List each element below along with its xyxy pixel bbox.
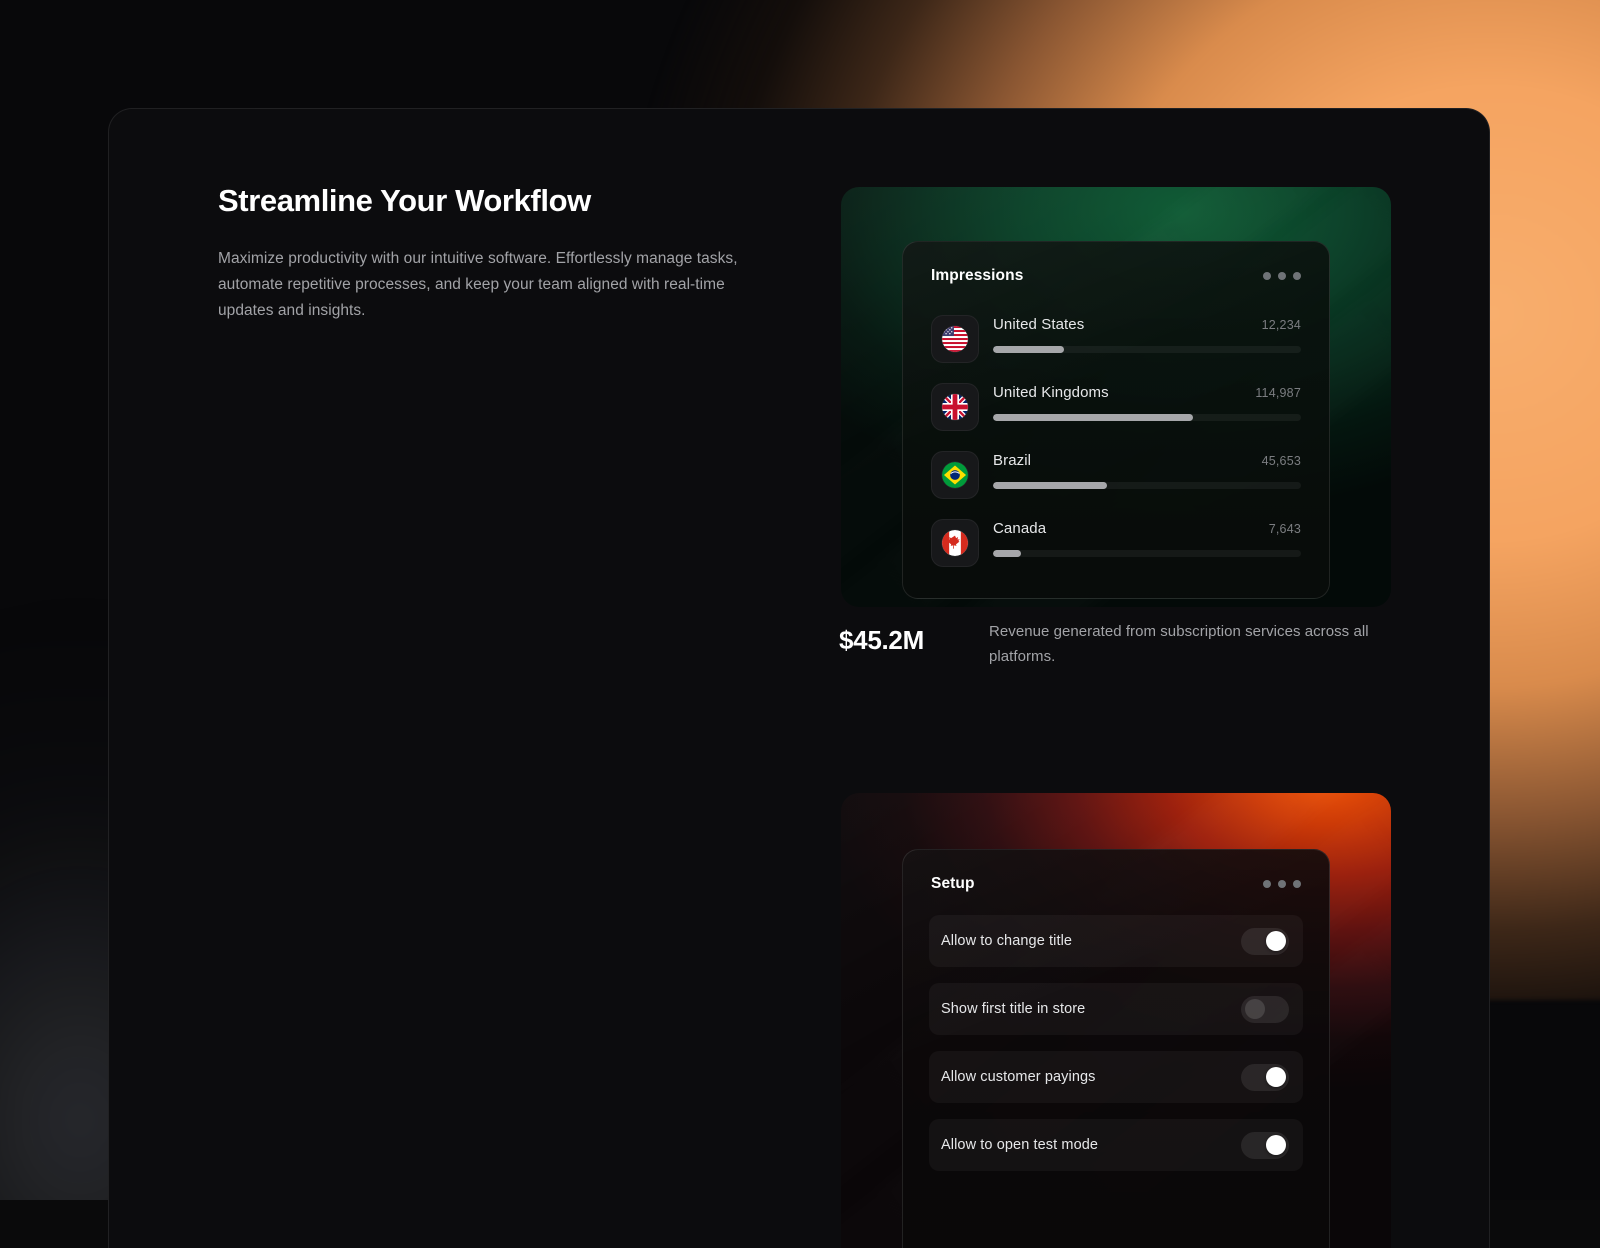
impressions-row: United States 12,234 bbox=[931, 305, 1301, 373]
impressions-title: Impressions bbox=[931, 267, 1023, 285]
flag-circle bbox=[942, 530, 968, 556]
setup-settings-list: Allow to change title Show first title in… bbox=[903, 893, 1329, 1171]
page-title: Streamline Your Workflow bbox=[218, 183, 778, 220]
revenue-amount: $45.2M bbox=[809, 619, 989, 656]
hero-description: Maximize productivity with our intuitive… bbox=[218, 246, 770, 324]
country-name: Canada bbox=[993, 520, 1046, 537]
impression-progress-bar bbox=[993, 346, 1301, 353]
revenue-description: Revenue generated from subscription serv… bbox=[989, 619, 1409, 669]
flag-ca-icon bbox=[931, 519, 979, 567]
impression-count: 114,987 bbox=[1255, 386, 1301, 400]
impression-progress-fill bbox=[993, 550, 1021, 557]
toggle-knob bbox=[1266, 931, 1286, 951]
country-name: Brazil bbox=[993, 452, 1031, 469]
impression-count: 12,234 bbox=[1262, 318, 1301, 332]
impressions-row-body: United Kingdoms 114,987 bbox=[993, 381, 1301, 421]
impression-progress-bar bbox=[993, 550, 1301, 557]
toggle-knob bbox=[1266, 1135, 1286, 1155]
setting-row[interactable]: Allow customer payings bbox=[929, 1051, 1303, 1103]
impression-count: 45,653 bbox=[1262, 454, 1301, 468]
impressions-row: Canada 7,643 bbox=[931, 509, 1301, 577]
impressions-row-top: Canada 7,643 bbox=[993, 520, 1301, 537]
impressions-row-top: United States 12,234 bbox=[993, 316, 1301, 333]
hero-copy: Streamline Your Workflow Maximize produc… bbox=[218, 183, 778, 324]
impressions-row-top: United Kingdoms 114,987 bbox=[993, 384, 1301, 401]
impressions-card: Impressions United States 12,234 United Ki… bbox=[902, 241, 1330, 599]
setting-row[interactable]: Show first title in store bbox=[929, 983, 1303, 1035]
setup-card: Setup Allow to change title Show first ti… bbox=[902, 849, 1330, 1248]
impressions-row-top: Brazil 45,653 bbox=[993, 452, 1301, 469]
flag-gb-icon bbox=[931, 383, 979, 431]
setup-title: Setup bbox=[931, 875, 975, 893]
impression-progress-fill bbox=[993, 346, 1064, 353]
more-horizontal-icon[interactable] bbox=[1263, 880, 1301, 888]
impressions-card-header: Impressions bbox=[903, 242, 1329, 285]
impression-progress-fill bbox=[993, 482, 1107, 489]
setting-toggle[interactable] bbox=[1241, 928, 1289, 955]
setting-label: Allow customer payings bbox=[941, 1069, 1096, 1085]
flag-circle bbox=[942, 462, 968, 488]
setting-row[interactable]: Allow to open test mode bbox=[929, 1119, 1303, 1171]
setting-toggle[interactable] bbox=[1241, 1064, 1289, 1091]
flag-circle bbox=[942, 326, 968, 352]
impression-progress-bar bbox=[993, 414, 1301, 421]
setting-label: Allow to open test mode bbox=[941, 1137, 1098, 1153]
setting-label: Show first title in store bbox=[941, 1001, 1085, 1017]
impressions-row-body: Brazil 45,653 bbox=[993, 449, 1301, 489]
impression-count: 7,643 bbox=[1269, 522, 1301, 536]
more-horizontal-icon[interactable] bbox=[1263, 272, 1301, 280]
flag-us-icon bbox=[931, 315, 979, 363]
setting-toggle[interactable] bbox=[1241, 996, 1289, 1023]
impression-progress-bar bbox=[993, 482, 1301, 489]
main-panel: Streamline Your Workflow Maximize produc… bbox=[108, 108, 1490, 1248]
country-name: United States bbox=[993, 316, 1084, 333]
setting-label: Allow to change title bbox=[941, 933, 1072, 949]
setting-row[interactable]: Allow to change title bbox=[929, 915, 1303, 967]
flag-br-icon bbox=[931, 451, 979, 499]
toggle-knob bbox=[1266, 1067, 1286, 1087]
setup-card-header: Setup bbox=[903, 850, 1329, 893]
setting-toggle[interactable] bbox=[1241, 1132, 1289, 1159]
revenue-summary: $45.2M Revenue generated from subscripti… bbox=[809, 619, 1409, 669]
impressions-list: United States 12,234 United Kingdoms 114,98… bbox=[903, 285, 1329, 577]
impressions-row: United Kingdoms 114,987 bbox=[931, 373, 1301, 441]
impressions-row-body: Canada 7,643 bbox=[993, 517, 1301, 557]
country-name: United Kingdoms bbox=[993, 384, 1109, 401]
toggle-knob bbox=[1245, 999, 1265, 1019]
impressions-row-body: United States 12,234 bbox=[993, 313, 1301, 353]
impressions-row: Brazil 45,653 bbox=[931, 441, 1301, 509]
flag-circle bbox=[942, 394, 968, 420]
impression-progress-fill bbox=[993, 414, 1193, 421]
